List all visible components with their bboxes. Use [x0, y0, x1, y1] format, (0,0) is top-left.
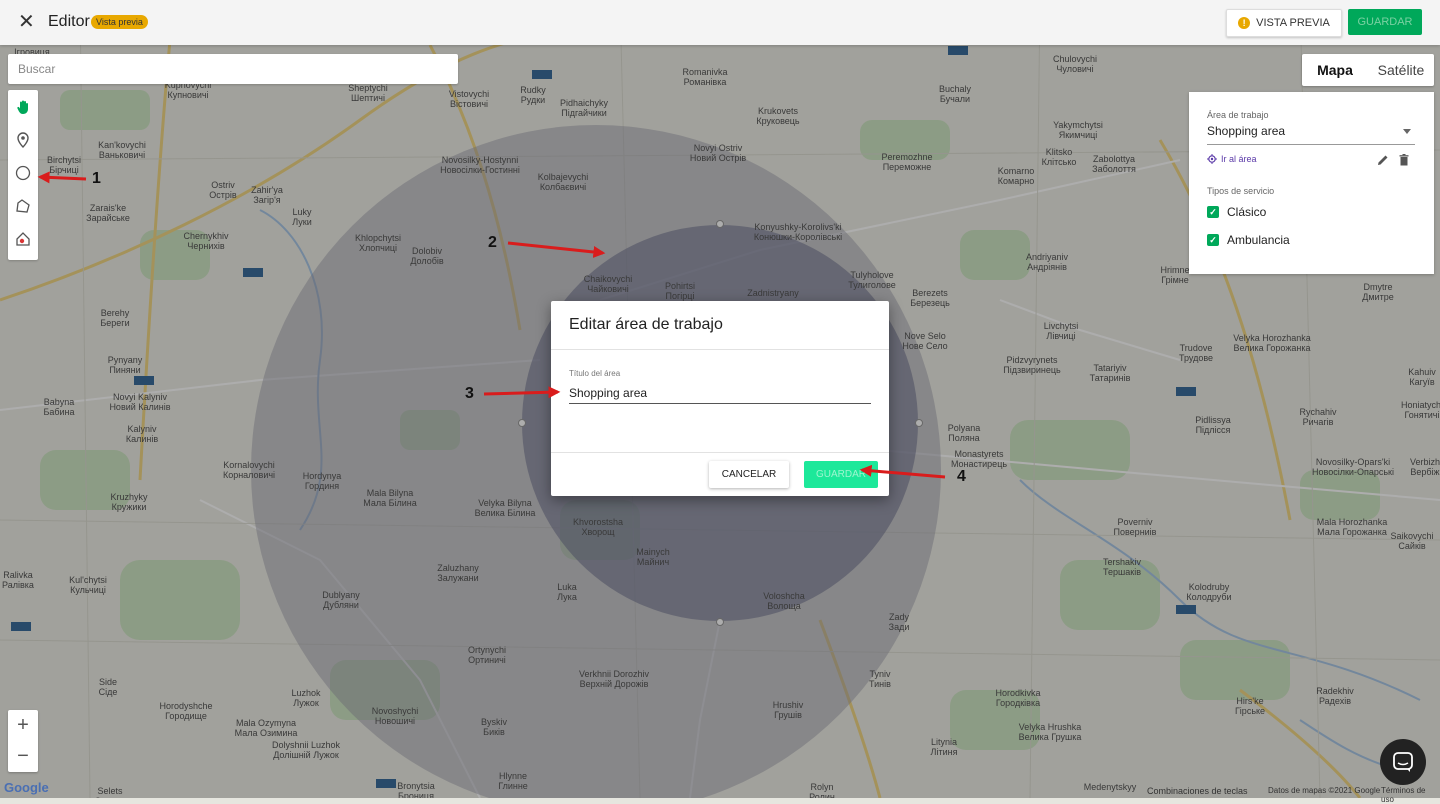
annotation-arrow-4: [859, 464, 946, 479]
annotation-label-4: 4: [957, 468, 966, 485]
annotation-label-2: 2: [488, 234, 497, 251]
annotation-label-3: 3: [465, 385, 474, 402]
annotation-arrows: [37, 171, 946, 479]
annotation-arrow-1: [37, 171, 87, 184]
annotation-arrow-2: [507, 241, 606, 258]
annotation-label-1: 1: [92, 170, 101, 187]
annotation-arrow-3: [483, 386, 561, 399]
